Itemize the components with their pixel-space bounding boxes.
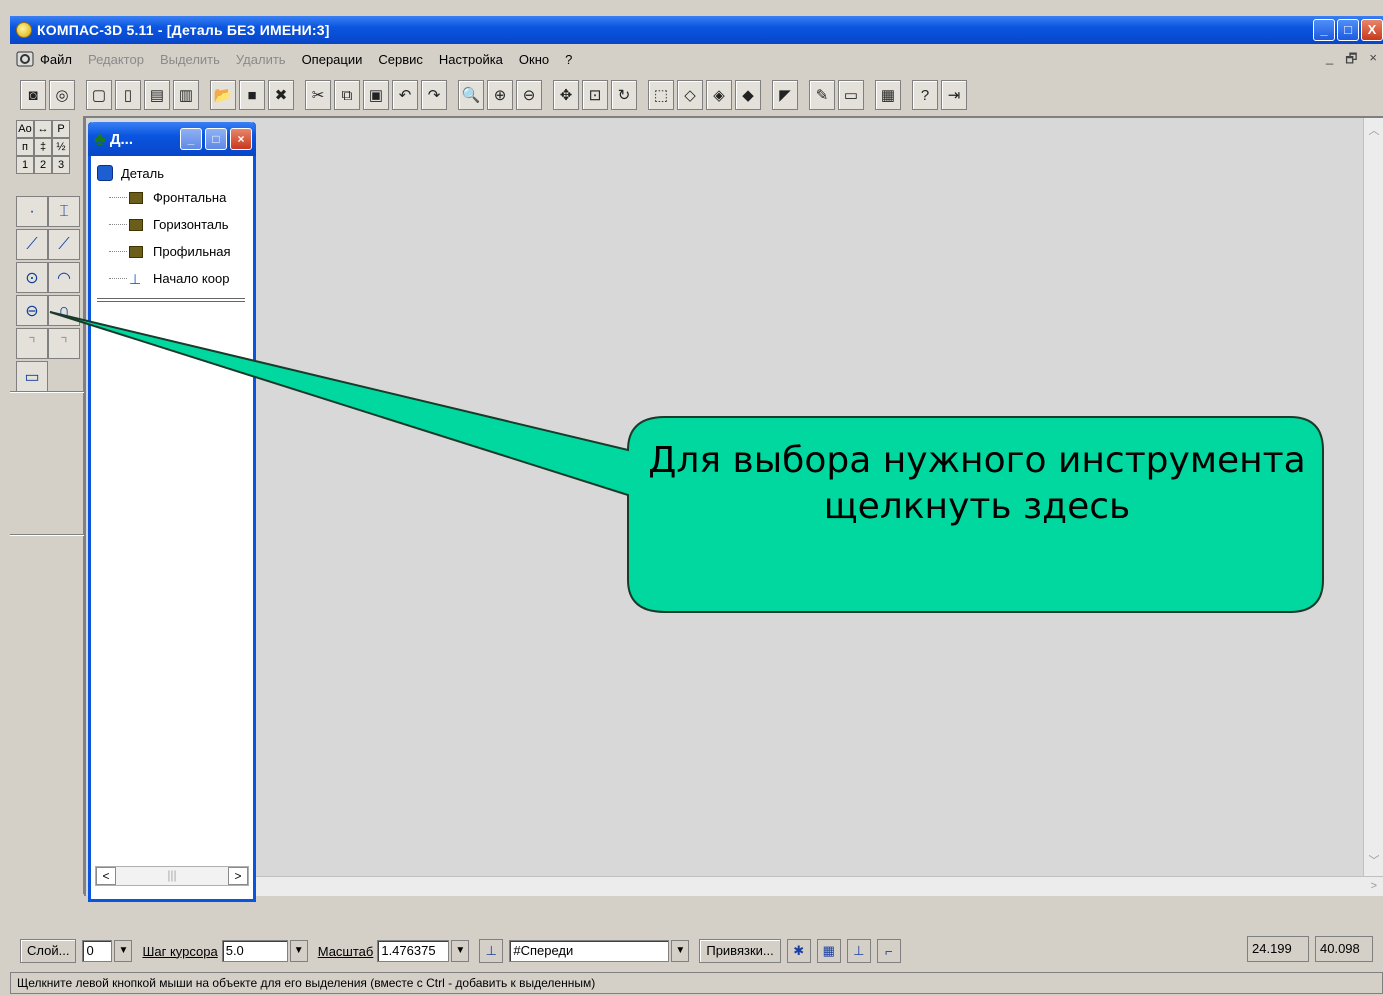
view-orientation-field[interactable]: #Спереди [509, 940, 670, 962]
scale-field[interactable]: 1.476375 [377, 940, 450, 962]
cursor-step-dropdown-icon[interactable]: ▼ [289, 940, 308, 962]
grid-icon[interactable]: ▦ [816, 939, 841, 963]
snap-settings-icon[interactable]: ✱ [786, 939, 811, 963]
coord-x: 24.199 [1247, 936, 1309, 962]
cursor-step-label: Шаг курсора [142, 943, 218, 959]
properties-bar: Слой... 0 ▼ Шаг курсора 5.0 ▼ Масштаб 1.… [10, 936, 1383, 966]
snaps-button[interactable]: Привязки... [699, 939, 781, 963]
layer-field[interactable]: 0 [82, 940, 113, 962]
layer-button[interactable]: Слой... [20, 939, 77, 963]
cursor-step-field[interactable]: 5.0 [221, 940, 288, 962]
layer-dropdown-icon[interactable]: ▼ [114, 940, 133, 962]
scale-dropdown-icon[interactable]: ▼ [451, 940, 470, 962]
status-bar: Щелкните левой кнопкой мыши на объекте д… [10, 972, 1383, 994]
orientation-icon[interactable]: ⊥ [479, 939, 504, 963]
scale-label: Масштаб [317, 943, 374, 959]
view-dropdown-icon[interactable]: ▼ [671, 940, 690, 962]
coord-y: 40.098 [1315, 936, 1373, 962]
ortho-icon[interactable]: ⌐ [876, 939, 901, 963]
local-cs-icon[interactable]: ⊥ [846, 939, 871, 963]
callout-text: Для выбора нужного инструмента щелкнуть … [648, 440, 1306, 527]
